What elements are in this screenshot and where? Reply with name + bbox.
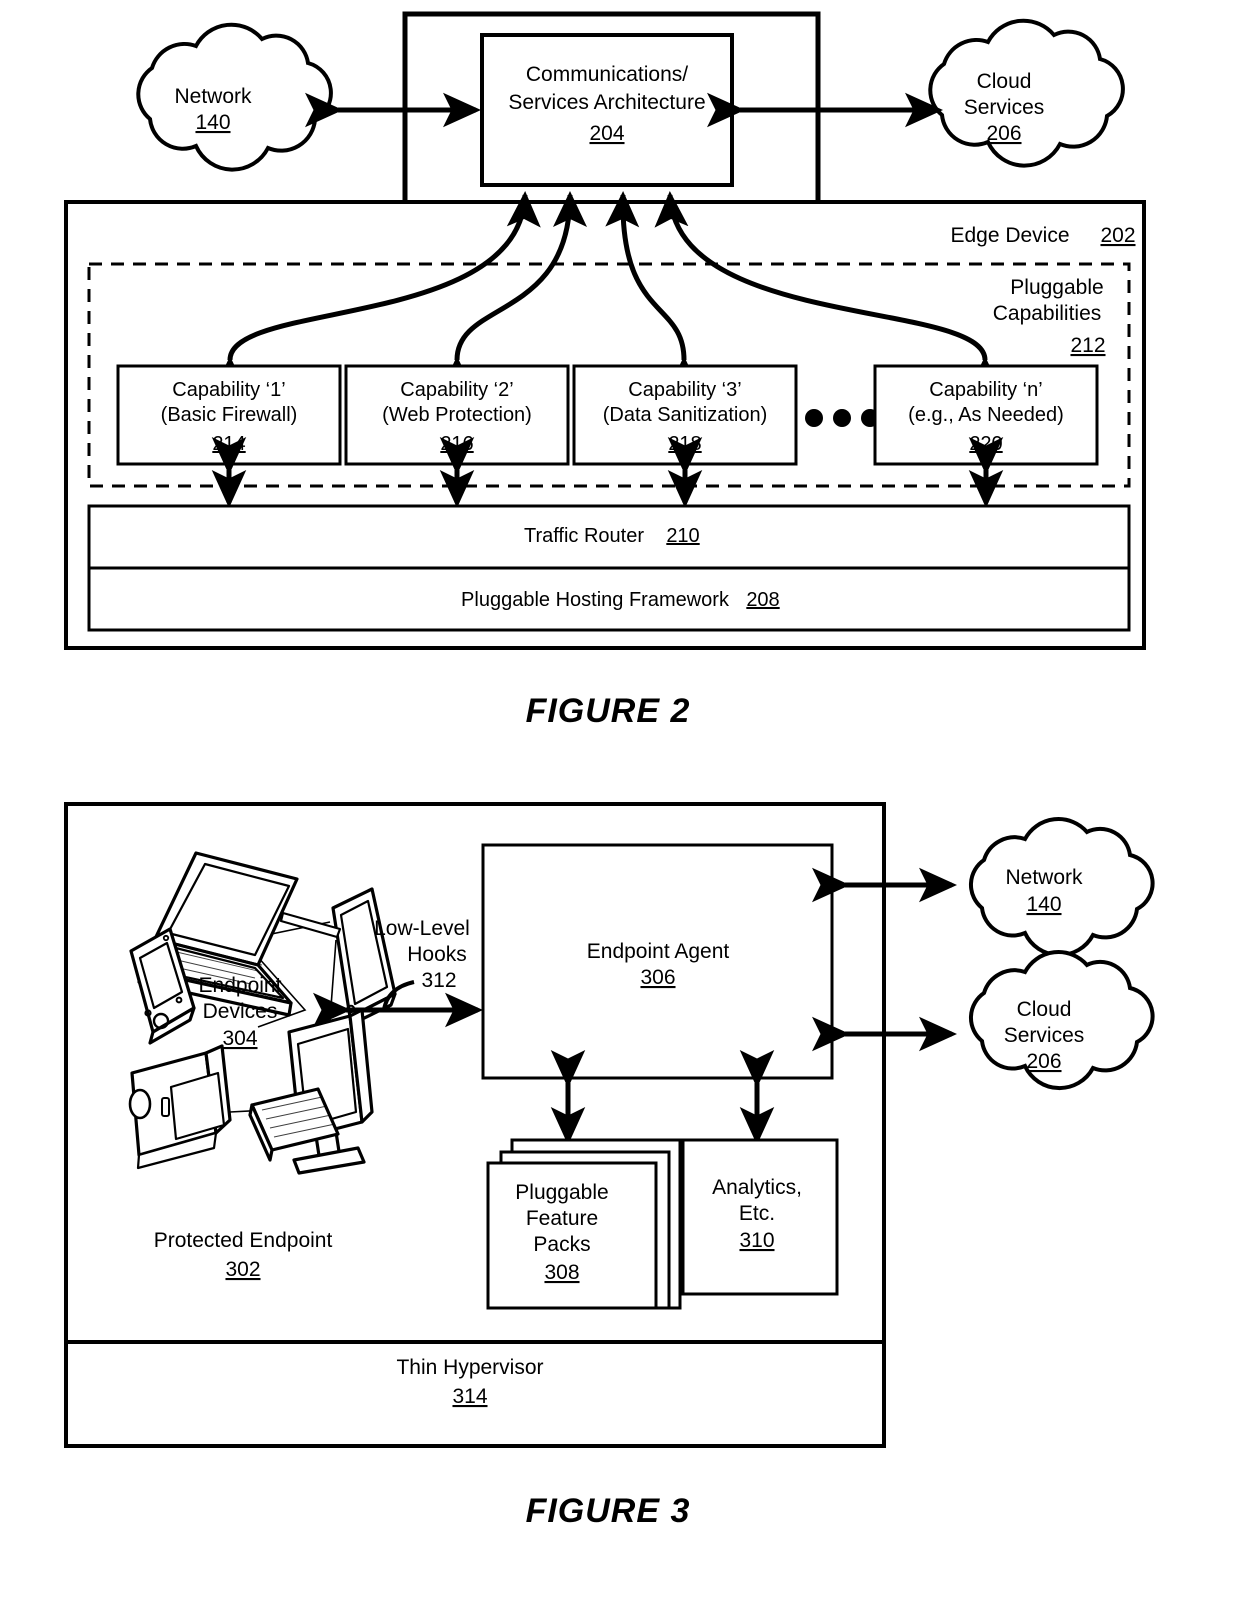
hosting-framework-ref: 208 <box>746 589 779 611</box>
capability-n-subtitle: (e.g., As Needed) <box>908 404 1064 426</box>
analytics-box: Analytics, Etc. 310 <box>681 1138 839 1296</box>
capability-ellipsis <box>805 409 879 427</box>
hosting-framework-label: Pluggable Hosting Framework <box>461 589 730 611</box>
network-ref-fig2: 140 <box>195 111 230 134</box>
thin-hypervisor-ref: 314 <box>452 1385 487 1408</box>
thin-hypervisor-box: Thin Hypervisor 314 <box>64 1340 886 1448</box>
network-label-fig3: Network <box>1005 866 1083 889</box>
low-level-hooks-ref: 312 <box>421 969 456 992</box>
edge-device-ref: 202 <box>1100 224 1135 247</box>
edge-device-label: Edge Device <box>950 224 1069 247</box>
endpoint-agent-ref: 306 <box>640 966 675 989</box>
figure-3-caption: FIGURE 3 <box>526 1492 691 1530</box>
capability-3-title: Capability ‘3’ <box>628 379 741 401</box>
feature-packs-line1: Pluggable <box>515 1181 608 1204</box>
pluggable-capabilities-line2: Capabilities <box>993 302 1102 325</box>
capability-box-3: Capability ‘3’ (Data Sanitization) 218 <box>572 364 798 466</box>
capability-box-n: Capability ‘n’ (e.g., As Needed) 220 <box>873 364 1099 466</box>
traffic-router-ref: 210 <box>666 525 699 547</box>
network-cloud-fig2: Network 140 <box>136 22 333 172</box>
endpoint-devices-ref: 304 <box>222 1027 257 1050</box>
cloud-services-ref-fig3: 206 <box>1026 1050 1061 1073</box>
feature-packs-line3: Packs <box>533 1233 590 1256</box>
protected-endpoint-ref: 302 <box>225 1258 260 1281</box>
pluggable-capabilities-ref: 212 <box>1070 334 1105 357</box>
capability-1-title: Capability ‘1’ <box>172 379 285 401</box>
capability-2-subtitle: (Web Protection) <box>382 404 532 426</box>
traffic-router-label: Traffic Router <box>524 525 644 547</box>
capability-1-ref: 214 <box>212 433 245 455</box>
cloud-services-cloud-fig2: Cloud Services 206 <box>928 18 1125 168</box>
pluggable-capabilities-line1: Pluggable <box>1010 276 1103 299</box>
capability-box-2: Capability ‘2’ (Web Protection) 216 <box>344 364 570 466</box>
cloud-services-label2-fig2: Services <box>964 96 1045 119</box>
feature-packs-ref: 308 <box>544 1261 579 1284</box>
network-cloud-fig3: Network 140 <box>968 817 1155 958</box>
endpoint-devices-line1: Endpoint <box>199 974 282 997</box>
cloud-services-ref-fig2: 206 <box>986 122 1021 145</box>
communications-services-architecture-box: Communications/ Services Architecture 20… <box>480 33 734 187</box>
comms-line2: Services Architecture <box>508 91 705 114</box>
comms-line1: Communications/ <box>526 63 688 86</box>
low-level-hooks-line2: Hooks <box>407 943 467 966</box>
drawing-canvas: Network 140 Cloud Services 206 Communica… <box>64 11 1155 1530</box>
thin-hypervisor-label: Thin Hypervisor <box>396 1356 543 1379</box>
cloud-services-label2-fig3: Services <box>1004 1024 1085 1047</box>
capability-3-ref: 218 <box>668 433 701 455</box>
network-ref-fig3: 140 <box>1026 893 1061 916</box>
traffic-router-box: Traffic Router 210 <box>87 504 1131 570</box>
comms-ref: 204 <box>589 122 624 145</box>
capability-2-ref: 216 <box>440 433 473 455</box>
low-level-hooks-line1: Low-Level <box>374 917 470 940</box>
protected-endpoint-label: Protected Endpoint <box>154 1229 333 1252</box>
pluggable-feature-packs-box: Pluggable Feature Packs 308 <box>486 1138 682 1310</box>
capability-n-title: Capability ‘n’ <box>929 379 1042 401</box>
analytics-ref: 310 <box>739 1229 774 1252</box>
capability-n-ref: 220 <box>969 433 1002 455</box>
capability-box-1: Capability ‘1’ (Basic Firewall) 214 <box>116 364 342 466</box>
cloud-services-label-fig3: Cloud <box>1017 998 1072 1021</box>
endpoint-agent-box: Endpoint Agent 306 <box>481 843 834 1080</box>
figure-2-caption: FIGURE 2 <box>526 692 691 730</box>
capability-1-subtitle: (Basic Firewall) <box>161 404 298 426</box>
analytics-line1: Analytics, <box>712 1176 802 1199</box>
capability-2-title: Capability ‘2’ <box>400 379 513 401</box>
cloud-services-label-fig2: Cloud <box>977 70 1032 93</box>
pluggable-hosting-framework-box: Pluggable Hosting Framework 208 <box>87 566 1131 632</box>
patent-drawing-sheet: Network 140 Cloud Services 206 Communica… <box>0 0 1240 1601</box>
feature-packs-line2: Feature <box>526 1207 598 1230</box>
cloud-services-cloud-fig3: Cloud Services 206 <box>968 950 1155 1091</box>
endpoint-agent-label: Endpoint Agent <box>587 940 730 963</box>
endpoint-devices-line2: Devices <box>203 1000 278 1023</box>
network-label-fig2: Network <box>174 85 252 108</box>
capability-3-subtitle: (Data Sanitization) <box>603 404 768 426</box>
analytics-line2: Etc. <box>739 1202 775 1225</box>
